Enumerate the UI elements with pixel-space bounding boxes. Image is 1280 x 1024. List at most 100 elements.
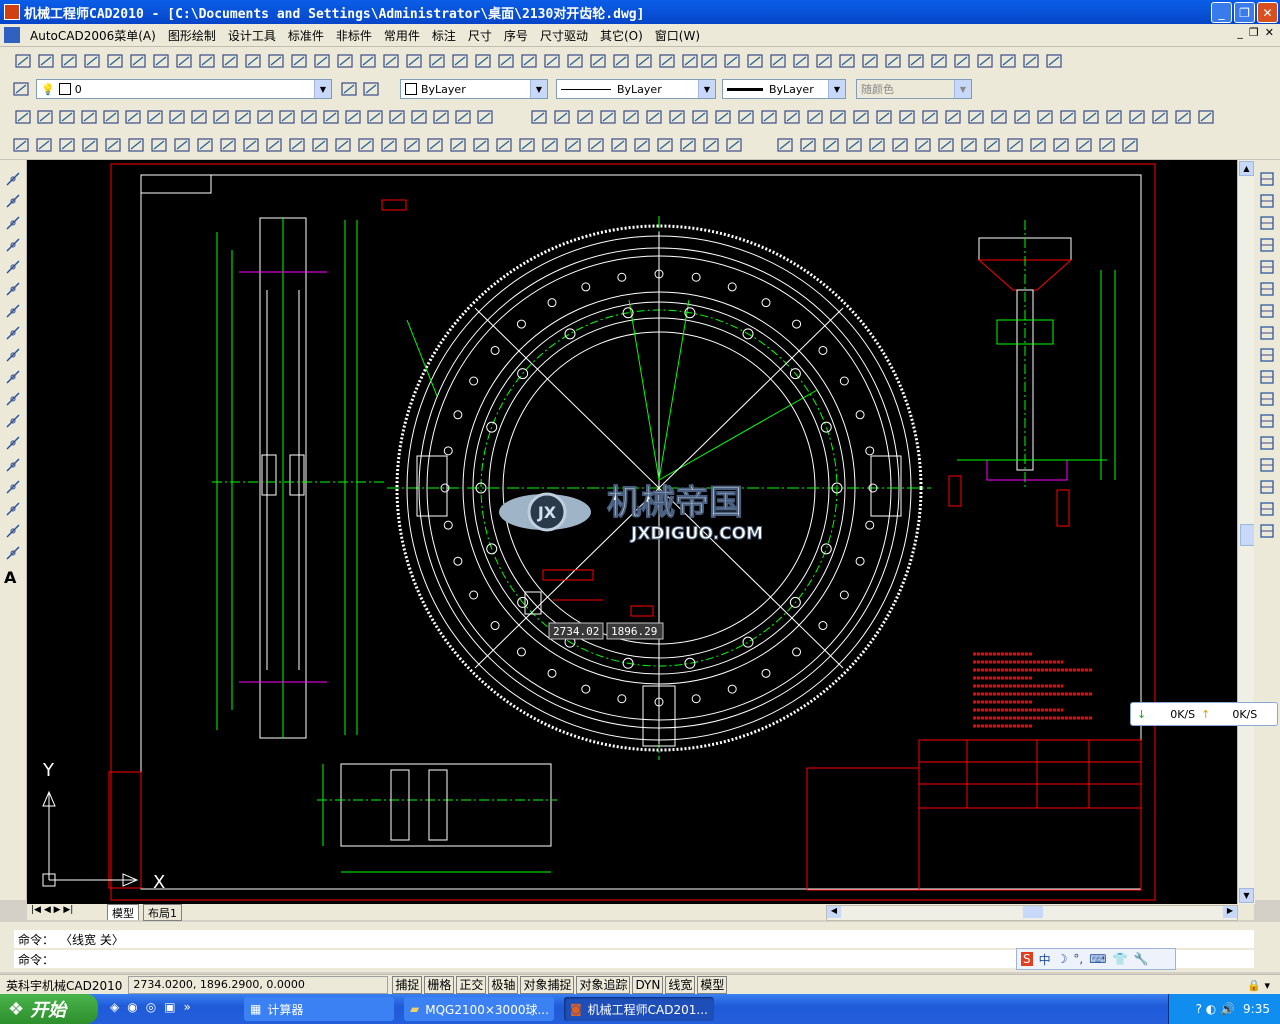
standard-tool-icon[interactable] [129,52,147,70]
draw-tool-icon[interactable] [4,456,22,474]
dimension-tool-icon[interactable] [714,108,732,126]
mdi-close-button[interactable]: ✕ [1265,26,1274,39]
standard-tool-icon[interactable] [658,52,676,70]
dimension-tool-icon[interactable] [1036,108,1054,126]
drawing-tool-icon[interactable] [960,136,978,154]
drawing-tool-icon[interactable] [311,136,329,154]
drawing-tool-icon[interactable] [81,136,99,154]
dimension-tool-icon[interactable] [783,108,801,126]
task-folder[interactable]: ▰ MQG2100×3000球... [404,997,554,1021]
sogou-icon[interactable]: S [1021,952,1033,966]
draw-tool-icon[interactable] [4,280,22,298]
dimension-tool-icon[interactable] [344,108,362,126]
dimension-tool-icon[interactable] [806,108,824,126]
otrack-toggle[interactable]: 对象追踪 [576,976,631,994]
scroll-down-icon[interactable]: ▼ [1239,888,1254,903]
hscroll-thumb[interactable] [1023,906,1043,918]
start-button[interactable]: ❖ 开始 [0,994,98,1024]
standard-tool-icon[interactable] [861,52,879,70]
grid-toggle[interactable]: 栅格 [424,976,455,994]
standard-tool-icon[interactable] [290,52,308,70]
dimension-tool-icon[interactable] [278,108,296,126]
dimension-tool-icon[interactable] [829,108,847,126]
standard-tool-icon[interactable] [815,52,833,70]
chevron-down-icon[interactable]: ▼ [698,80,715,98]
modify-tool-icon[interactable] [1258,214,1276,232]
ime-chinese-label[interactable]: 中 [1039,951,1051,968]
task-cad[interactable]: ◙ 机械工程师CAD201... [564,997,714,1021]
doc-icon[interactable] [4,27,20,43]
modify-tool-icon[interactable] [1258,170,1276,188]
dimension-tool-icon[interactable] [256,108,274,126]
standard-tool-icon[interactable] [1045,52,1063,70]
horizontal-scrollbar[interactable]: ◀ ▶ [826,905,1238,921]
chevron-down-icon[interactable]: ▼ [314,80,331,98]
drawing-tool-icon[interactable] [242,136,260,154]
layer-tool-icon[interactable] [362,80,380,98]
standard-tool-icon[interactable] [359,52,377,70]
ie-icon[interactable]: ◉ [127,1000,137,1014]
dimension-tool-icon[interactable] [80,108,98,126]
draw-tool-icon[interactable] [4,500,22,518]
mdi-restore-button[interactable]: ❐ [1249,26,1259,39]
modify-tool-icon[interactable] [1258,324,1276,342]
layer-tool-icon[interactable] [340,80,358,98]
standard-tool-icon[interactable] [953,52,971,70]
modify-tool-icon[interactable] [1258,368,1276,386]
drawing-tool-icon[interactable] [1098,136,1116,154]
modify-tool-icon[interactable] [1258,390,1276,408]
layer-tool-icon[interactable] [12,80,30,98]
tools-icon[interactable]: 🔧 [1134,952,1149,966]
standard-tool-icon[interactable] [700,52,718,70]
color-select[interactable]: ByLayer ▼ [400,79,548,99]
drawing-tool-icon[interactable] [173,136,191,154]
dimension-tool-icon[interactable] [146,108,164,126]
dimension-tool-icon[interactable] [454,108,472,126]
drawing-tool-icon[interactable] [449,136,467,154]
dimension-tool-icon[interactable] [645,108,663,126]
dimension-tool-icon[interactable] [737,108,755,126]
polar-toggle[interactable]: 极轴 [488,976,519,994]
drawing-tool-icon[interactable] [822,136,840,154]
dimension-tool-icon[interactable] [102,108,120,126]
standard-tool-icon[interactable] [520,52,538,70]
drawing-tool-icon[interactable] [104,136,122,154]
dimension-tool-icon[interactable] [212,108,230,126]
drawing-tool-icon[interactable] [656,136,674,154]
dimension-tool-icon[interactable] [410,108,428,126]
menu-autocad2006[interactable]: AutoCAD2006菜单(A) [24,27,162,44]
dimension-tool-icon[interactable] [875,108,893,126]
quick-launch-icon[interactable]: ◈ [110,1000,119,1014]
drawing-tool-icon[interactable] [1121,136,1139,154]
standard-tool-icon[interactable] [405,52,423,70]
dimension-tool-icon[interactable] [668,108,686,126]
menu-common-parts[interactable]: 常用件 [378,27,426,44]
menu-other[interactable]: 其它(O) [594,27,649,44]
standard-tool-icon[interactable] [976,52,994,70]
standard-tool-icon[interactable] [792,52,810,70]
standard-tool-icon[interactable] [152,52,170,70]
drawing-tool-icon[interactable] [35,136,53,154]
modify-tool-icon[interactable] [1258,456,1276,474]
standard-tool-icon[interactable] [681,52,699,70]
skin-icon[interactable]: 👕 [1113,952,1128,966]
minimize-button[interactable]: _ [1211,2,1232,23]
standard-tool-icon[interactable] [930,52,948,70]
drawing-tool-icon[interactable] [983,136,1001,154]
dimension-tool-icon[interactable] [1151,108,1169,126]
menu-nonstandard-parts[interactable]: 非标件 [330,27,378,44]
media-icon[interactable]: ◎ [146,1000,156,1014]
drawing-tool-icon[interactable] [426,136,444,154]
tab-layout1[interactable]: 布局1 [143,904,182,921]
draw-tool-icon[interactable] [4,478,22,496]
drawing-tool-icon[interactable] [518,136,536,154]
drawing-tool-icon[interactable] [265,136,283,154]
dimension-tool-icon[interactable] [898,108,916,126]
task-calculator[interactable]: ▦ 计算器 [244,997,394,1021]
standard-tool-icon[interactable] [635,52,653,70]
dimension-tool-icon[interactable] [234,108,252,126]
dimension-tool-icon[interactable] [1197,108,1215,126]
standard-tool-icon[interactable] [313,52,331,70]
dimension-tool-icon[interactable] [14,108,32,126]
draw-tool-icon[interactable] [4,412,22,430]
